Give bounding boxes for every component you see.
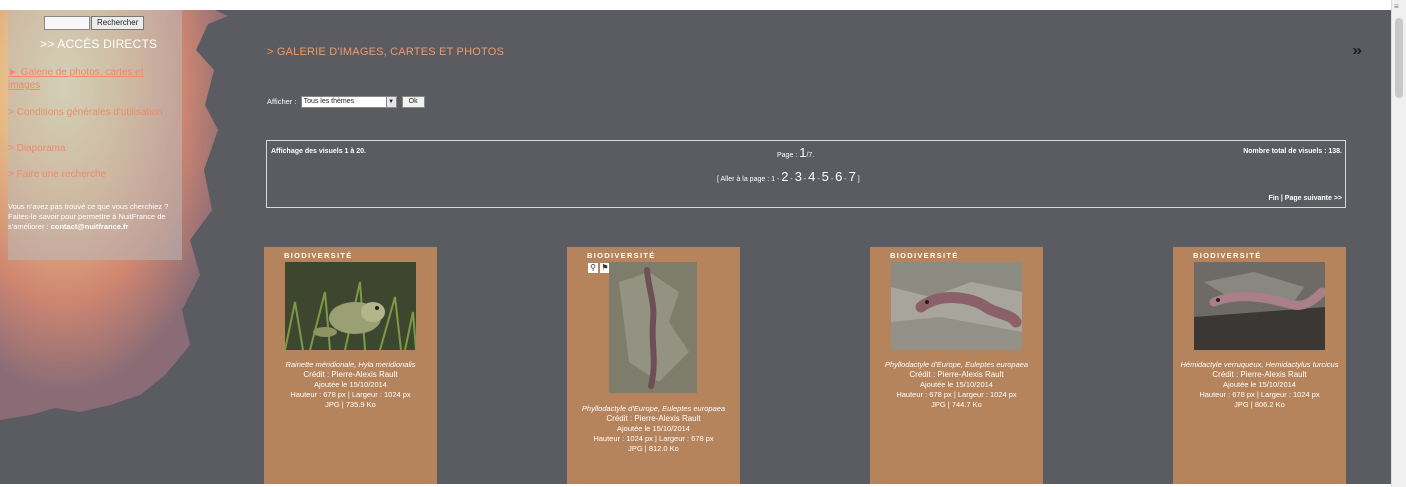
chevron-down-icon[interactable]: » bbox=[1352, 42, 1362, 59]
page-link-7[interactable]: 7 bbox=[849, 169, 856, 184]
quick-access-panel: Rechercher >> ACCÈS DIRECTS ► Galerie de… bbox=[8, 10, 182, 260]
sidebar-link-search[interactable]: > Faire une recherche bbox=[8, 168, 173, 181]
page-label: Page : bbox=[777, 152, 798, 159]
card-file-info: JPG | 735.9 Ko bbox=[325, 400, 376, 409]
quick-access-heading: >> ACCÈS DIRECTS bbox=[40, 37, 158, 51]
card-thumbnail[interactable] bbox=[891, 262, 1022, 350]
page-link-5[interactable]: 5 bbox=[822, 169, 829, 184]
card-category: BIODIVERSITÉ bbox=[890, 251, 959, 260]
search-button[interactable]: Rechercher bbox=[91, 15, 145, 30]
end-next-links[interactable]: Fin | Page suivante >> bbox=[1268, 195, 1342, 202]
card-dimensions: Hauteur : 1024 px | Largeur : 678 px bbox=[593, 434, 714, 443]
theme-filter: Afficher : Tous les thèmes ▼ Ok bbox=[267, 96, 425, 108]
card-caption: Rainette méridionale, Hyla meridionalis C… bbox=[268, 360, 433, 410]
scroll-up-icon[interactable]: ≡ bbox=[1394, 2, 1399, 11]
card-thumbnail[interactable] bbox=[1194, 262, 1325, 350]
card-dimensions: Hauteur : 678 px | Largeur : 1024 px bbox=[896, 390, 1017, 399]
card-thumbnail[interactable] bbox=[609, 262, 697, 393]
goto-pages: [ Aller à la page : 1 - 2 - 3 - 4 - 5 - … bbox=[717, 169, 860, 184]
card-caption: Hémidactyle verruqueux, Hemidactylus tur… bbox=[1177, 360, 1342, 410]
card-dimensions: Hauteur : 678 px | Largeur : 1024 px bbox=[290, 390, 411, 399]
card-caption: Phyllodactyle d'Europe, Euleptes europae… bbox=[571, 404, 736, 454]
card-title[interactable]: Phyllodactyle d'Europe, Euleptes europae… bbox=[874, 360, 1039, 370]
card-category: BIODIVERSITÉ bbox=[1193, 251, 1262, 260]
page-link-3[interactable]: 3 bbox=[795, 169, 802, 184]
sidebar-link-terms[interactable]: > Conditions générales d'utilisation bbox=[8, 106, 173, 119]
card-file-info: JPG | 744.7 Ko bbox=[931, 400, 982, 409]
filter-label: Afficher : bbox=[267, 96, 297, 106]
sidebar-link-slideshow[interactable]: > Diaporama bbox=[8, 142, 173, 155]
scrollbar-thumb[interactable] bbox=[1395, 18, 1403, 98]
card-title[interactable]: Phyllodactyle d'Europe, Euleptes europae… bbox=[571, 404, 736, 414]
ok-button[interactable]: Ok bbox=[401, 96, 425, 108]
feedback-note: Vous n'avez pas trouvé ce que vous cherc… bbox=[8, 202, 173, 232]
card-category: BIODIVERSITÉ bbox=[587, 251, 656, 260]
card-date: Ajoutée le 15/10/2014 bbox=[920, 380, 993, 389]
card-thumbnail[interactable] bbox=[285, 262, 416, 350]
card-category: BIODIVERSITÉ bbox=[284, 251, 353, 260]
theme-select[interactable]: Tous les thèmes ▼ bbox=[300, 96, 397, 108]
card-dimensions: Hauteur : 678 px | Largeur : 1024 px bbox=[1199, 390, 1320, 399]
card-credit: Crédit : Pierre-Alexis Rault bbox=[303, 370, 398, 379]
gallery-card: BIODIVERSITÉ⚲⚑Phyllodactyle d'Europe, Eu… bbox=[567, 247, 740, 485]
chevron-down-icon: ▼ bbox=[385, 97, 396, 107]
page-indicator: Page : 1/7. bbox=[777, 145, 814, 160]
showing-count: Affichage des visuels 1 à 20. bbox=[271, 148, 366, 155]
card-title[interactable]: Hémidactyle verruqueux, Hemidactylus tur… bbox=[1177, 360, 1342, 370]
card-caption: Phyllodactyle d'Europe, Euleptes europae… bbox=[874, 360, 1039, 410]
sidebar-link-gallery[interactable]: ► Galerie de photos, cartes et images bbox=[8, 66, 173, 92]
contact-email-link[interactable]: contact@nuitfrance.fr bbox=[51, 222, 129, 231]
card-date: Ajoutée le 15/10/2014 bbox=[314, 380, 387, 389]
gallery-card: BIODIVERSITÉ⚲⚑Phyllodactyle d'Europe, Eu… bbox=[870, 247, 1043, 485]
card-file-info: JPG | 806.2 Ko bbox=[1234, 400, 1285, 409]
goto-label: [ Aller à la page : bbox=[717, 176, 772, 183]
gallery-card: BIODIVERSITÉ⚲⚑Hémidactyle verruqueux, He… bbox=[1173, 247, 1346, 485]
card-title[interactable]: Rainette méridionale, Hyla meridionalis bbox=[268, 360, 433, 370]
card-date: Ajoutée le 15/10/2014 bbox=[1223, 380, 1296, 389]
card-credit: Crédit : Pierre-Alexis Rault bbox=[909, 370, 1004, 379]
card-credit: Crédit : Pierre-Alexis Rault bbox=[1212, 370, 1307, 379]
card-credit: Crédit : Pierre-Alexis Rault bbox=[606, 414, 701, 423]
search-input[interactable] bbox=[44, 15, 90, 30]
browser-top-bar bbox=[0, 0, 1406, 10]
vertical-scrollbar[interactable]: ≡ bbox=[1391, 0, 1406, 487]
theme-select-value: Tous les thèmes bbox=[303, 98, 355, 105]
page-title: > GALERIE D'IMAGES, CARTES ET PHOTOS bbox=[267, 46, 505, 58]
gallery-card: BIODIVERSITÉ⚲⚑Rainette méridionale, Hyla… bbox=[264, 247, 437, 485]
goto-end: ] bbox=[855, 176, 860, 183]
search-row: Rechercher bbox=[44, 14, 145, 32]
page-total: /7. bbox=[806, 152, 815, 159]
card-date: Ajoutée le 15/10/2014 bbox=[617, 424, 690, 433]
pagination-box: Affichage des visuels 1 à 20. Page : 1/7… bbox=[266, 140, 1346, 208]
magnifier-icon[interactable]: ⚲ bbox=[588, 263, 598, 273]
card-file-info: JPG | 812.0 Ko bbox=[628, 444, 679, 453]
total-count: Nombre total de visuels : 138. bbox=[1243, 148, 1342, 155]
